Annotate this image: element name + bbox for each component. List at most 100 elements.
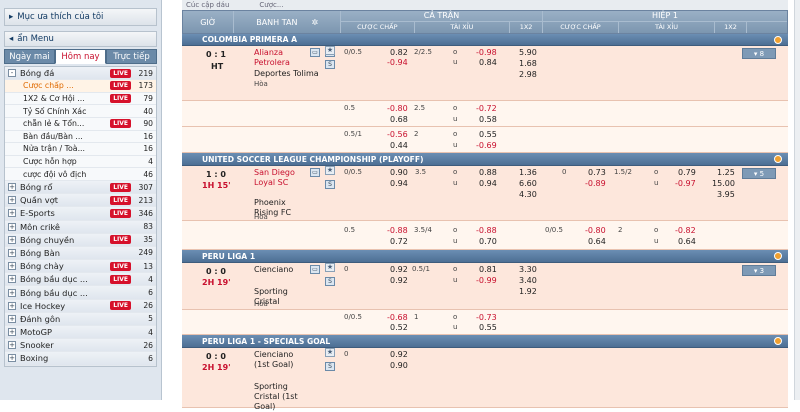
sidebar-item[interactable]: Nửa trận / Toà... 16 (5, 143, 156, 156)
sidebar-item[interactable]: chẵn lẻ & Tổn... LIVE 90 (5, 117, 156, 131)
odds-2[interactable]: 3.40 (519, 276, 537, 285)
odds-under[interactable]: -0.99 (476, 276, 497, 285)
breadcrumb-item[interactable]: Cược... (259, 1, 283, 9)
info-icon[interactable]: S (325, 362, 335, 371)
expand-icon[interactable]: + (8, 328, 16, 337)
expand-icon[interactable]: + (8, 301, 16, 310)
odds-away[interactable]: 0.44 (390, 141, 408, 150)
half-odds-over[interactable]: -0.82 (675, 226, 696, 235)
league-header[interactable]: PERU LIGA 1 - SPECIALS GOAL (182, 335, 788, 348)
sidebar-item[interactable]: - Bóng đá LIVE 219 (5, 67, 156, 81)
star-icon[interactable]: ★ (325, 46, 335, 55)
odds-under[interactable]: 0.58 (479, 115, 497, 124)
sidebar-item[interactable]: + Snooker 26 (5, 339, 156, 353)
expand-icon[interactable]: + (8, 314, 16, 323)
half-odds-away[interactable]: 0.64 (588, 237, 606, 246)
half-odds-under[interactable]: 0.64 (678, 237, 696, 246)
odds-over[interactable]: 0.88 (479, 168, 497, 177)
odds-home[interactable]: -0.56 (387, 130, 408, 139)
sidebar-item[interactable]: Bàn đầu/Bàn ... 16 (5, 130, 156, 144)
odds-away[interactable]: 0.90 (390, 361, 408, 370)
star-icon[interactable]: ★ (325, 166, 335, 175)
league-header[interactable]: UNITED SOCCER LEAGUE CHAMPIONSHIP (PLAYO… (182, 153, 788, 166)
odds-away[interactable]: 0.52 (390, 323, 408, 332)
odds-2[interactable]: 6.60 (519, 179, 537, 188)
odds-over[interactable]: 0.55 (479, 130, 497, 139)
odds-1[interactable]: 5.90 (519, 48, 537, 57)
odds-home[interactable]: -0.88 (387, 226, 408, 235)
sidebar-item[interactable]: Cược hỗn hợp 4 (5, 155, 156, 169)
odds-under[interactable]: -0.69 (476, 141, 497, 150)
expand-icon[interactable]: + (8, 354, 16, 363)
odds-home[interactable]: -0.68 (387, 313, 408, 322)
favorites-bar[interactable]: ▸ Mục ưa thích của tôi (4, 8, 157, 26)
expand-icon[interactable]: + (8, 262, 16, 271)
sidebar-item[interactable]: + MotoGP 4 (5, 326, 156, 340)
scrollbar[interactable] (794, 0, 800, 400)
star-icon[interactable]: ★ (325, 263, 335, 272)
half-odds-1[interactable]: 1.25 (717, 168, 735, 177)
star-icon[interactable]: ★ (325, 348, 335, 357)
odds-away[interactable]: -0.94 (387, 58, 408, 67)
odds-over[interactable]: -0.72 (476, 104, 497, 113)
odds-x[interactable]: 4.30 (519, 190, 537, 199)
info-icon[interactable]: S (325, 60, 335, 69)
sidebar-item[interactable]: + Bóng chuyền LIVE 35 (5, 233, 156, 247)
sidebar-item[interactable]: cược đội vô địch 46 (5, 168, 156, 181)
breadcrumb-item[interactable]: Cúc cập dáu (186, 1, 229, 9)
expand-icon[interactable]: + (8, 183, 16, 192)
odds-away[interactable]: 0.72 (390, 237, 408, 246)
sidebar-item[interactable]: + Môn crikê 83 (5, 220, 156, 234)
expand-icon[interactable]: + (8, 341, 16, 350)
odds-over[interactable]: -0.73 (476, 313, 497, 322)
sidebar-item[interactable]: 1X2 & Cơ Hội ... LIVE 79 (5, 92, 156, 106)
tv-icon[interactable]: ▭ (310, 168, 320, 177)
sidebar-item[interactable]: + Bóng bầu dục ... 6 (5, 286, 156, 300)
half-odds-over[interactable]: 0.79 (678, 168, 696, 177)
refresh-icon[interactable] (774, 337, 782, 345)
sidebar-item[interactable]: Cược chấp ... LIVE 173 (5, 80, 156, 93)
sidebar-item[interactable]: + Bóng bầu dục ... LIVE 4 (5, 273, 156, 287)
expand-icon[interactable]: + (8, 275, 16, 284)
odds-x[interactable]: 1.92 (519, 287, 537, 296)
sidebar-item[interactable]: + Boxing 6 (5, 352, 156, 366)
odds-home[interactable]: 0.92 (390, 265, 408, 274)
odds-under[interactable]: 0.94 (479, 179, 497, 188)
sidebar-item[interactable]: + Bóng rổ LIVE 307 (5, 180, 156, 195)
away-team[interactable]: Sporting Cristal (1st Goal) (254, 382, 304, 412)
refresh-icon[interactable] (774, 252, 782, 260)
odds-home[interactable]: -0.80 (387, 104, 408, 113)
odds-over[interactable]: -0.88 (476, 226, 497, 235)
odds-away[interactable]: 0.94 (390, 179, 408, 188)
tab-tomorrow[interactable]: Ngày mai (4, 49, 55, 64)
tv-icon[interactable]: ▭ (310, 265, 320, 274)
home-team[interactable]: Cienciano (254, 265, 294, 275)
odds-home[interactable]: 0.82 (390, 48, 408, 57)
odds-x[interactable]: 2.98 (519, 70, 537, 79)
expand-icon[interactable]: + (8, 235, 16, 244)
sidebar-item[interactable]: + Bóng Bàn 249 (5, 246, 156, 261)
settings-icon[interactable]: ✲ (311, 18, 318, 27)
more-markets-button[interactable]: ▾ 3 (742, 265, 776, 276)
sidebar-item[interactable]: Tỷ Số Chính Xác 40 (5, 105, 156, 118)
tab-today[interactable]: Hôm nay (55, 49, 106, 64)
half-odds-home[interactable]: 0.73 (588, 168, 606, 177)
odds-away[interactable]: 0.68 (390, 115, 408, 124)
menu-toggle[interactable]: ◂ ẩn Menu (4, 31, 157, 47)
half-odds-home[interactable]: -0.80 (585, 226, 606, 235)
more-markets-button[interactable]: ▾ 5 (742, 168, 776, 179)
more-markets-button[interactable]: ▾ 8 (742, 48, 776, 59)
league-header[interactable]: COLOMBIA PRIMERA A (182, 34, 788, 46)
sidebar-item[interactable]: + Đánh gôn 5 (5, 312, 156, 326)
sidebar-item[interactable]: + Quần vợt LIVE 213 (5, 194, 156, 208)
expand-icon[interactable]: + (8, 209, 16, 218)
odds-home[interactable]: 0.92 (390, 350, 408, 359)
odds-over[interactable]: 0.81 (479, 265, 497, 274)
odds-1[interactable]: 1.36 (519, 168, 537, 177)
odds-1[interactable]: 3.30 (519, 265, 537, 274)
tab-live[interactable]: Trực tiếp (106, 49, 157, 64)
half-odds-under[interactable]: -0.97 (675, 179, 696, 188)
expand-icon[interactable]: + (8, 288, 16, 297)
expand-icon[interactable]: + (8, 248, 16, 257)
odds-2[interactable]: 1.68 (519, 59, 537, 68)
